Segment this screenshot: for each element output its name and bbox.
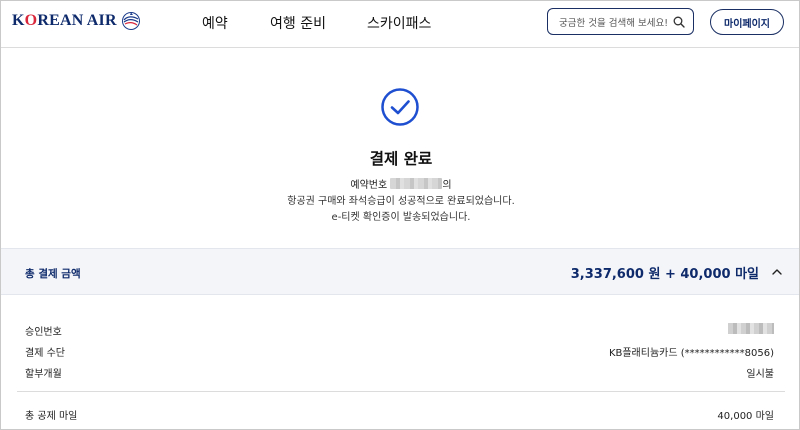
site-header: KOREAN AIR 예약 여행 준비 스카이패스 궁금한 것을 검색해 보세요…: [1, 1, 799, 48]
deducted-miles-row: 총 공제 마일 40,000 마일: [1, 407, 799, 423]
total-payment-label: 총 결제 금액: [25, 268, 81, 280]
search-input[interactable]: 궁금한 것을 검색해 보세요!: [559, 15, 673, 29]
completion-message: 항공권 구매와 좌석승급이 성공적으로 완료되었습니다.: [287, 196, 515, 207]
mypage-button[interactable]: 마이페이지: [710, 9, 784, 35]
deducted-miles-label: 총 공제 마일: [25, 411, 78, 422]
booking-number-line: 예약번호 의: [1, 176, 799, 191]
payment-method-value: KB플래티늄카드 (************8056): [608, 348, 774, 359]
nav-item-travel-prep[interactable]: 여행 준비: [270, 13, 326, 33]
booking-number-suffix: 의: [442, 180, 452, 191]
deducted-miles-value: 40,000 마일: [717, 411, 774, 422]
page: KOREAN AIR 예약 여행 준비 스카이패스 궁금한 것을 검색해 보세요…: [0, 0, 800, 430]
eticket-message: e-티켓 확인증이 발송되었습니다.: [331, 212, 471, 223]
booking-number-redacted: [390, 178, 443, 189]
check-circle-icon: [381, 88, 419, 126]
approval-number-row: 승인번호: [1, 323, 799, 339]
search-box[interactable]: 궁금한 것을 검색해 보세요!: [547, 8, 694, 35]
approval-number-label: 승인번호: [25, 327, 62, 338]
total-payment-value: 3,337,600 원 + 40,000 마일: [570, 267, 759, 282]
page-title: 결제 완료: [369, 150, 433, 168]
payment-method-row: 결제 수단 KB플래티늄카드 (************8056): [1, 344, 799, 360]
booking-number-label: 예약번호: [350, 180, 388, 191]
chevron-up-icon[interactable]: [771, 266, 783, 278]
installment-row: 할부개월 일시불: [1, 365, 799, 381]
approval-number-redacted: [728, 323, 774, 337]
payment-method-label: 결제 수단: [25, 348, 65, 359]
total-payment-bar[interactable]: 총 결제 금액 3,337,600 원 + 40,000 마일: [1, 248, 799, 295]
installment-label: 할부개월: [25, 369, 62, 380]
search-icon[interactable]: [673, 16, 685, 28]
nav-item-skypass[interactable]: 스카이패스: [367, 13, 431, 33]
installment-value: 일시불: [746, 369, 774, 380]
nav-item-reservation[interactable]: 예약: [202, 13, 228, 33]
details-divider: [17, 391, 785, 392]
